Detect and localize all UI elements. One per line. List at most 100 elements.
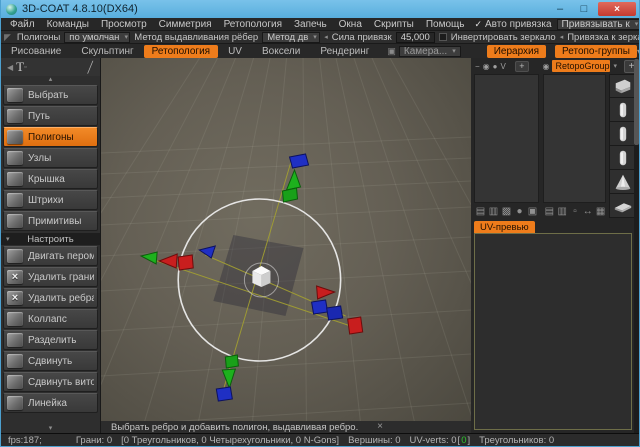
menu-view[interactable]: Просмотр bbox=[95, 19, 153, 30]
polygons-icon bbox=[7, 130, 23, 144]
gizmo-handle-red[interactable] bbox=[317, 286, 335, 299]
tool-move-brush[interactable]: Двигать пером bbox=[3, 246, 98, 266]
scrollbar-thumb[interactable] bbox=[634, 59, 639, 145]
gizmo-handle-blue[interactable] bbox=[216, 387, 232, 401]
gizmo-handle-red[interactable] bbox=[159, 254, 177, 268]
eye-icon[interactable]: ◉ bbox=[483, 62, 490, 71]
duplicate-layer-icon[interactable]: ▩ bbox=[501, 206, 512, 217]
retopo-group-item[interactable]: RetopoGroup bbox=[552, 60, 610, 72]
move-brush-icon bbox=[7, 249, 23, 263]
section-adjust[interactable]: ▾ Настроить bbox=[1, 233, 100, 245]
tool-split[interactable]: Разделить bbox=[3, 330, 98, 350]
auto-snap-label[interactable]: Авто привязка bbox=[485, 19, 552, 30]
tool-collapse[interactable]: Коллапс bbox=[3, 309, 98, 329]
mirror-snap-label[interactable]: Привязка к зеркал bbox=[567, 32, 639, 43]
tool-ruler[interactable]: Линейка bbox=[3, 393, 98, 413]
extrude-method-dropdown[interactable]: Метод дв ▾ bbox=[262, 32, 320, 43]
retopo-groups-list[interactable] bbox=[543, 74, 606, 203]
sphere-icon[interactable]: ● bbox=[514, 206, 525, 217]
tool-polygons[interactable]: Полигоны bbox=[3, 127, 98, 147]
gizmo-handle-blue[interactable] bbox=[327, 306, 343, 320]
menu-retopology[interactable]: Ретопология bbox=[218, 19, 288, 30]
delete-group-icon[interactable]: ▥ bbox=[557, 206, 568, 217]
tab-uv-preview[interactable]: UV-превью bbox=[474, 221, 535, 233]
tab-uv[interactable]: UV bbox=[218, 45, 252, 58]
merge-groups-icon[interactable]: ▦ bbox=[595, 206, 606, 217]
maximize-button[interactable]: □ bbox=[572, 3, 596, 15]
gizmo-handle-green[interactable] bbox=[287, 170, 301, 190]
tab-retopo[interactable]: Ретопология bbox=[144, 45, 218, 58]
scroll-up-icon[interactable]: ▴ bbox=[1, 76, 100, 84]
eye-icon[interactable]: ◉ bbox=[543, 62, 550, 71]
primitive-plane-icon[interactable] bbox=[609, 194, 636, 218]
menu-symmetry[interactable]: Симметрия bbox=[153, 19, 218, 30]
gizmo-handle-green[interactable] bbox=[282, 188, 297, 202]
tab-sculpt[interactable]: Скульптинг bbox=[71, 45, 143, 58]
right-scrollbar[interactable] bbox=[634, 58, 639, 433]
tool-cap[interactable]: Крышка bbox=[3, 169, 98, 189]
new-group-icon[interactable]: ▤ bbox=[544, 206, 555, 217]
gizmo-handle-blue[interactable] bbox=[312, 300, 328, 314]
gizmo-handle-green[interactable] bbox=[225, 355, 238, 368]
workspace-tabs: РисованиеСкульптингРетопологияUVВокселиР… bbox=[1, 45, 379, 58]
primitive-cone-icon[interactable] bbox=[609, 170, 636, 194]
menu-windows[interactable]: Окна bbox=[333, 19, 368, 30]
invert-mirror-checkbox[interactable] bbox=[439, 33, 447, 41]
preset-dropdown[interactable]: по умолчан ▾ bbox=[64, 32, 130, 43]
swap-groups-icon[interactable]: ↔ bbox=[582, 206, 593, 217]
tab-paint[interactable]: Рисование bbox=[1, 45, 71, 58]
menu-file[interactable]: Файл bbox=[4, 19, 41, 30]
tool-strokes[interactable]: Штрихи bbox=[3, 190, 98, 210]
tool-delete-faces[interactable]: ×Удалить грани bbox=[3, 267, 98, 287]
camera-dropdown[interactable]: Камера... ▾ bbox=[399, 46, 461, 57]
pencil-icon[interactable]: ╱ bbox=[88, 61, 93, 74]
v-column-icon[interactable]: V bbox=[501, 62, 506, 71]
snap-force-input[interactable]: 45,000 bbox=[396, 32, 435, 43]
tool-primitives[interactable]: Примитивы bbox=[3, 211, 98, 231]
tab-hierarchy[interactable]: Иерархия bbox=[487, 45, 546, 58]
tab-retopo-groups[interactable]: Ретопо-группы bbox=[555, 45, 637, 58]
minus-icon[interactable]: − bbox=[475, 62, 480, 71]
window-title: 3D-COAT 4.8.10(DX64) bbox=[22, 3, 548, 15]
snap-to-dropdown[interactable]: Привязывать к ▾ bbox=[557, 19, 639, 30]
collapse-left-icon[interactable]: ◀ bbox=[7, 63, 13, 72]
gizmo-handle-red[interactable] bbox=[348, 317, 363, 334]
primitive-capsule-icon[interactable] bbox=[609, 122, 636, 146]
menu-bake[interactable]: Запечь bbox=[288, 19, 333, 30]
tab-voxels[interactable]: Воксели bbox=[252, 45, 310, 58]
select-group-icon[interactable]: ▫ bbox=[570, 206, 581, 217]
scroll-down-icon[interactable]: ▾ bbox=[1, 425, 100, 433]
primitive-capsule-icon[interactable] bbox=[609, 146, 636, 170]
hint-close-icon[interactable]: × bbox=[377, 421, 383, 432]
menu-commands[interactable]: Команды bbox=[41, 19, 95, 30]
snap-force-label[interactable]: Сила привязк bbox=[332, 32, 392, 43]
hierarchy-list[interactable] bbox=[474, 74, 539, 203]
primitive-block-icon[interactable] bbox=[609, 74, 636, 98]
tool-path[interactable]: Путь bbox=[3, 106, 98, 126]
tool-select[interactable]: Выбрать bbox=[3, 85, 98, 105]
close-button[interactable]: × bbox=[598, 2, 636, 16]
tool-delete-edges[interactable]: ×Удалить ребра bbox=[3, 288, 98, 308]
add-item-button[interactable]: + bbox=[515, 61, 529, 72]
tool-shift-loop[interactable]: Сдвинуть виток bbox=[3, 372, 98, 392]
primitive-capsule-icon[interactable] bbox=[609, 98, 636, 122]
viewport-3d[interactable]: Выбрать ребро и добавить полигон, выдавл… bbox=[101, 58, 471, 433]
tool-quads[interactable]: Узлы bbox=[3, 148, 98, 168]
auto-snap-check-icon[interactable]: ✓ bbox=[474, 19, 482, 30]
menu-scripts[interactable]: Скрипты bbox=[368, 19, 420, 30]
texture-tool-icon[interactable]: T bbox=[16, 59, 24, 75]
chevron-down-icon[interactable]: ▾ bbox=[613, 62, 617, 70]
tool-shift[interactable]: Сдвинуть bbox=[3, 351, 98, 371]
tab-render[interactable]: Рендеринг bbox=[310, 45, 379, 58]
tool-panel: ◀ T ▫ ╱ ▴ ВыбратьПутьПолигоныУзлыКрышкаШ… bbox=[1, 58, 101, 433]
sphere-icon[interactable]: ● bbox=[493, 62, 498, 71]
menu-help[interactable]: Помощь bbox=[420, 19, 471, 30]
gizmo-handle-red[interactable] bbox=[178, 255, 193, 270]
uv-preview-panel[interactable] bbox=[474, 233, 632, 430]
delete-layer-icon[interactable]: ▥ bbox=[488, 206, 499, 217]
faces-detail: [0 Треугольников, 0 Четырехугольники, 0 … bbox=[121, 435, 339, 446]
minimize-button[interactable]: – bbox=[548, 3, 572, 15]
new-layer-icon[interactable]: ▤ bbox=[475, 206, 486, 217]
gizmo-handle-blue[interactable] bbox=[290, 154, 309, 168]
instance-icon[interactable]: ▣ bbox=[527, 206, 538, 217]
